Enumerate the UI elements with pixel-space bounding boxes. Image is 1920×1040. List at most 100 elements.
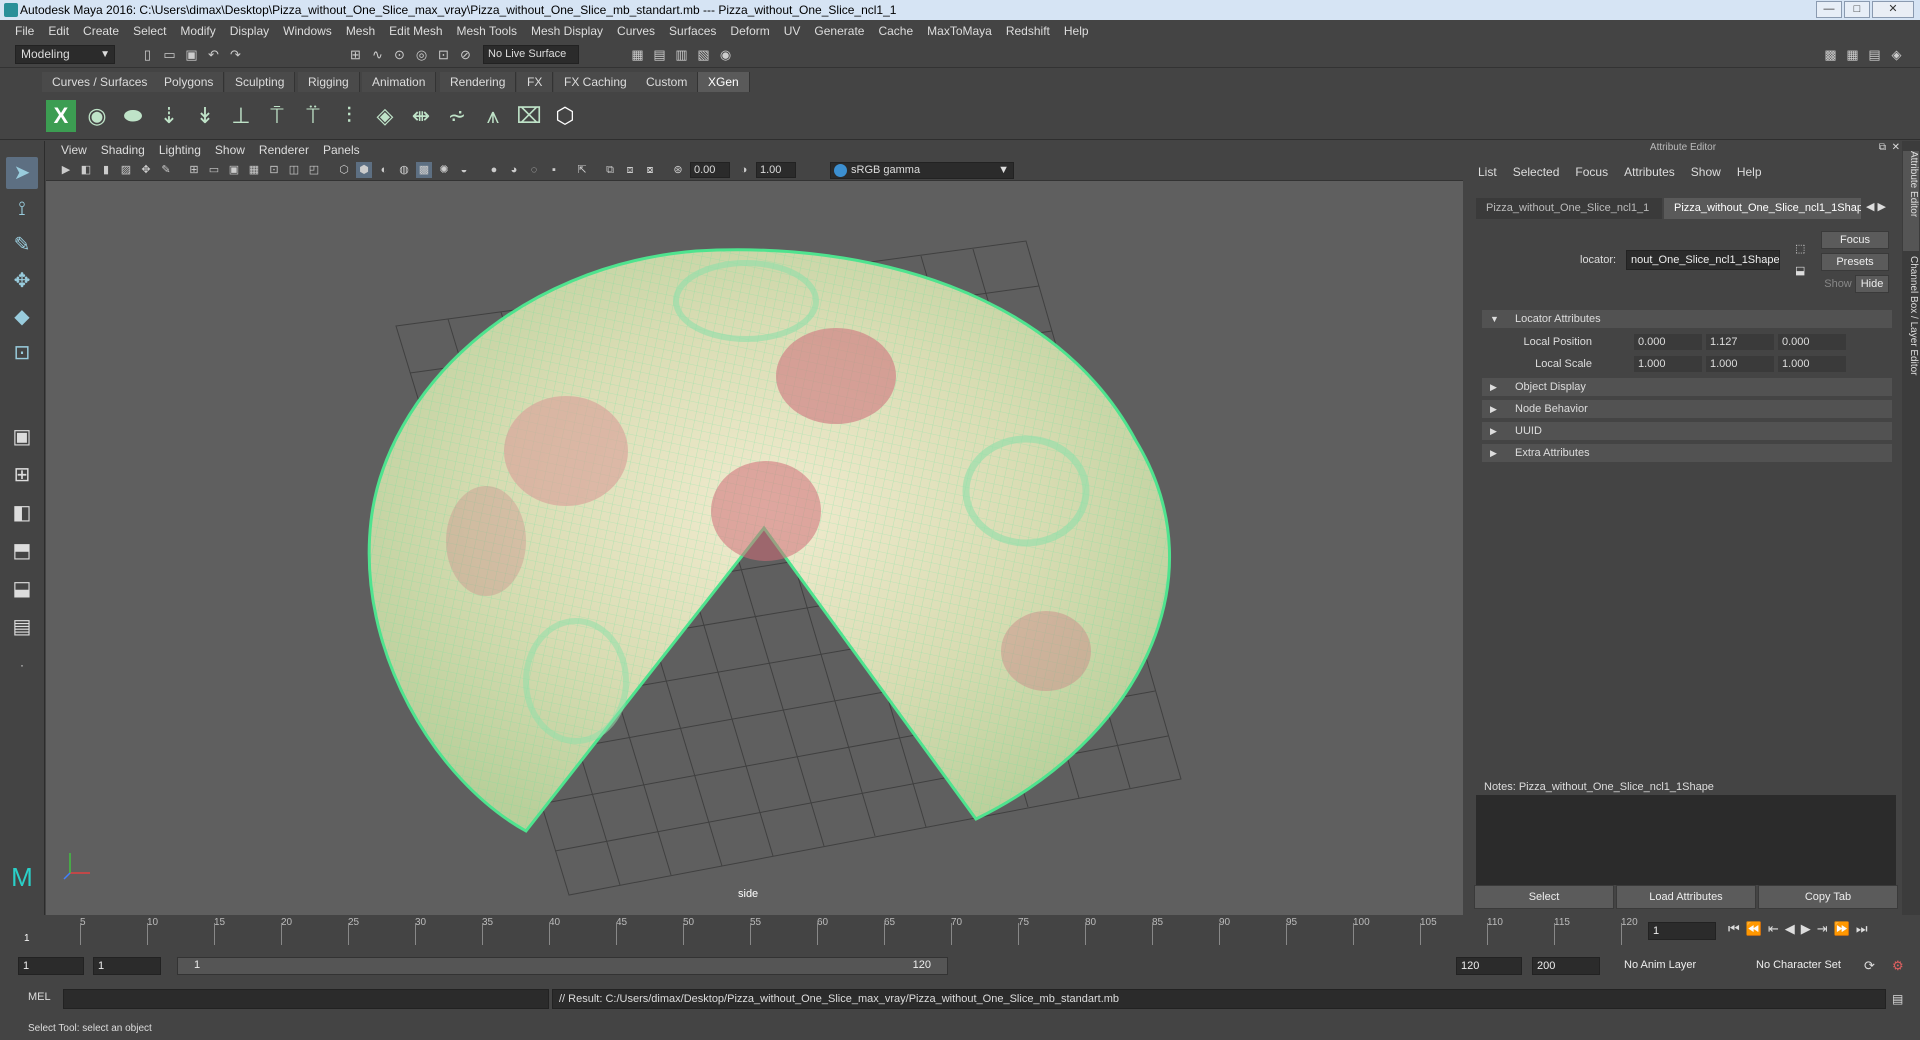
ambient-occlusion-icon[interactable]: ● <box>486 162 502 178</box>
menu-display[interactable]: Display <box>223 24 276 38</box>
side-tab-channel-box[interactable]: Channel Box / Layer Editor <box>1903 256 1919 406</box>
step-forward-icon[interactable]: ⏩ <box>1834 921 1850 937</box>
tab-rendering[interactable]: Rendering <box>440 72 517 92</box>
ae-menu-help[interactable]: Help <box>1729 165 1770 179</box>
xgen-cut-icon[interactable]: ⩚ <box>478 100 508 132</box>
copy-node-icon[interactable]: ⬓ <box>1795 264 1805 277</box>
snap-surface-icon[interactable]: ⊡ <box>436 47 451 62</box>
script-language-label[interactable]: MEL <box>28 991 51 1003</box>
section-extra-attributes[interactable]: ▶ Extra Attributes <box>1482 444 1892 462</box>
menu-redshift[interactable]: Redshift <box>999 24 1057 38</box>
xgen-preview-icon[interactable]: ◉ <box>82 100 112 132</box>
local-scale-y[interactable]: 1.000 <box>1706 356 1774 372</box>
make-live-icon[interactable]: ⊘ <box>458 47 473 62</box>
ipr-render-icon[interactable]: ▥ <box>674 47 689 62</box>
paint-select-icon[interactable]: ✎ <box>6 229 38 261</box>
menu-modify[interactable]: Modify <box>173 24 222 38</box>
xgen-groom-icon[interactable]: ⇣ <box>154 100 184 132</box>
bookmark-icon[interactable]: ▮ <box>98 162 114 178</box>
hypershade-icon[interactable]: ◉ <box>718 47 733 62</box>
tab-sculpting[interactable]: Sculpting <box>225 72 296 92</box>
vp-menu-shading[interactable]: Shading <box>94 143 152 157</box>
ae-menu-focus[interactable]: Focus <box>1567 165 1616 179</box>
ae-menu-list[interactable]: List <box>1470 165 1505 179</box>
vp-menu-panels[interactable]: Panels <box>316 143 367 157</box>
snap-curve-icon[interactable]: ∿ <box>370 47 385 62</box>
textured-icon[interactable]: ▩ <box>416 162 432 178</box>
vp-menu-view[interactable]: View <box>54 143 94 157</box>
go-to-end-icon[interactable]: ⏭ <box>1856 921 1868 937</box>
local-position-x[interactable]: 0.000 <box>1634 334 1702 350</box>
tab-shape-node[interactable]: Pizza_without_One_Slice_ncl1_1Shape <box>1664 198 1861 219</box>
open-scene-icon[interactable]: ▭ <box>162 47 177 62</box>
menu-deform[interactable]: Deform <box>723 24 776 38</box>
gamma-icon[interactable]: ◑ <box>736 162 752 178</box>
vp-menu-show[interactable]: Show <box>208 143 252 157</box>
smooth-shade-icon[interactable]: ⬢ <box>356 162 372 178</box>
xgen-guide-icon[interactable]: ↡ <box>190 100 220 132</box>
menu-cache[interactable]: Cache <box>871 24 920 38</box>
xgen-add-guide-icon[interactable]: ⊥ <box>226 100 256 132</box>
two-d-pan-icon[interactable]: ✥ <box>138 162 154 178</box>
field-chart-icon[interactable]: ⊡ <box>266 162 282 178</box>
camera-icon[interactable]: ▶ <box>58 162 74 178</box>
tab-animation[interactable]: Animation <box>362 72 437 92</box>
motion-blur-icon[interactable]: ◕ <box>506 162 522 178</box>
gate-mask-icon[interactable]: ▦ <box>246 162 262 178</box>
copy-tab-button[interactable]: Copy Tab <box>1758 885 1898 909</box>
gamma-field[interactable]: 1.00 <box>756 162 796 178</box>
menu-file[interactable]: File <box>8 24 41 38</box>
side-tab-attribute-editor[interactable]: Attribute Editor <box>1903 151 1919 251</box>
shadows-icon[interactable]: ◒ <box>456 162 472 178</box>
ae-close-icon[interactable]: ✕ <box>1892 142 1900 153</box>
menu-edit-mesh[interactable]: Edit Mesh <box>382 24 449 38</box>
playback-end-field[interactable]: 120 <box>1456 957 1522 975</box>
depth-of-field-icon[interactable]: ▪ <box>546 162 562 178</box>
xgen-lock-icon[interactable]: ⍡ <box>298 100 328 132</box>
play-forwards-icon[interactable]: ▶ <box>1801 921 1811 937</box>
exposure-icon[interactable]: ⊛ <box>670 162 686 178</box>
xgen-delete-icon[interactable]: ⌧ <box>514 100 544 132</box>
auto-key-icon[interactable]: ⟳ <box>1864 958 1875 974</box>
time-slider[interactable]: 1 5 10 15 20 25 30 35 40 45 50 55 60 65 … <box>0 915 1920 947</box>
ae-menu-show[interactable]: Show <box>1683 165 1729 179</box>
ae-menu-attributes[interactable]: Attributes <box>1616 165 1683 179</box>
command-input[interactable] <box>63 989 549 1009</box>
tab-custom[interactable]: Custom <box>636 72 699 92</box>
live-surface-field[interactable]: No Live Surface <box>483 45 579 64</box>
more-layouts-icon[interactable]: · <box>6 649 38 681</box>
section-object-display[interactable]: ▶ Object Display <box>1482 378 1892 396</box>
isolate-select-icon[interactable]: ⇱ <box>574 162 590 178</box>
xgen-sculpt-icon[interactable]: ⇼ <box>406 100 436 132</box>
snap-view-icon[interactable]: ◎ <box>414 47 429 62</box>
play-backwards-icon[interactable]: ◀ <box>1785 921 1795 937</box>
workspace-icon[interactable]: ▩ <box>1823 47 1838 62</box>
script-editor-icon[interactable]: ▤ <box>1892 992 1903 1006</box>
menu-curves[interactable]: Curves <box>610 24 662 38</box>
xray-joints-icon[interactable]: ⧈ <box>622 162 638 178</box>
hide-button[interactable]: Hide <box>1855 275 1889 293</box>
persp-graph-icon[interactable]: ⬒ <box>6 535 38 567</box>
safe-action-icon[interactable]: ◫ <box>286 162 302 178</box>
xgen-rebuild-icon[interactable]: ⫶ <box>334 100 364 132</box>
select-tool-icon[interactable]: ➤ <box>6 157 38 189</box>
snap-point-icon[interactable]: ⊙ <box>392 47 407 62</box>
tab-polygons[interactable]: Polygons <box>154 72 225 92</box>
image-plane-icon[interactable]: ▨ <box>118 162 134 178</box>
save-scene-icon[interactable]: ▣ <box>184 47 199 62</box>
render-frame-icon[interactable]: ▤ <box>652 47 667 62</box>
section-locator-attributes[interactable]: ▼ Locator Attributes <box>1482 310 1892 328</box>
render-view-icon[interactable]: ▦ <box>630 47 645 62</box>
range-slider[interactable]: 1 120 <box>177 957 948 975</box>
menu-select[interactable]: Select <box>126 24 173 38</box>
grid-icon[interactable]: ⊞ <box>186 162 202 178</box>
render-settings-icon[interactable]: ▧ <box>696 47 711 62</box>
maximize-button[interactable]: □ <box>1844 1 1870 18</box>
local-position-z[interactable]: 0.000 <box>1778 334 1846 350</box>
tab-scroll-arrows-icon[interactable]: ◀ ▶ <box>1866 200 1886 213</box>
menu-help[interactable]: Help <box>1057 24 1096 38</box>
current-frame-field[interactable]: 1 <box>1648 922 1716 940</box>
panel-layout-icon[interactable]: ▦ <box>1845 47 1860 62</box>
playback-start-field[interactable]: 1 <box>93 957 161 975</box>
show-button[interactable]: Show <box>1821 275 1855 293</box>
